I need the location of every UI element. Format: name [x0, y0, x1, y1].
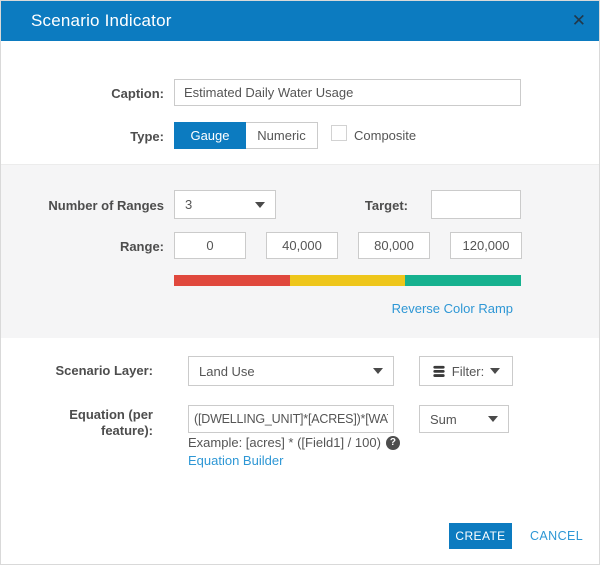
range-label: Range:: [1, 239, 164, 255]
dialog-header: Scenario Indicator ✕: [1, 1, 600, 41]
cancel-link[interactable]: CANCEL: [530, 529, 583, 543]
composite-label: Composite: [354, 128, 416, 143]
number-of-ranges-value: 3: [185, 197, 192, 212]
aggregation-select[interactable]: Sum: [419, 405, 509, 433]
help-icon[interactable]: ?: [386, 436, 400, 450]
layers-icon: [432, 365, 446, 378]
close-icon[interactable]: ✕: [572, 1, 586, 41]
equation-label: Equation (per feature):: [21, 407, 153, 439]
chevron-down-icon: [490, 368, 500, 374]
equation-builder-link[interactable]: Equation Builder: [188, 453, 283, 468]
equation-label-line1: Equation (per: [21, 407, 153, 423]
equation-example-text: Example: [acres] * ([Field1] / 100): [188, 435, 381, 450]
number-of-ranges-label: Number of Ranges: [1, 198, 164, 214]
equation-label-line2: feature):: [21, 423, 153, 439]
chevron-down-icon: [373, 368, 383, 374]
chevron-down-icon: [255, 202, 265, 208]
color-ramp-segment-red: [174, 275, 290, 286]
scenario-indicator-dialog: Scenario Indicator ✕ Caption: Type: Gaug…: [0, 0, 600, 565]
range-input-4[interactable]: [450, 232, 522, 259]
target-input[interactable]: [431, 190, 521, 219]
scenario-layer-select[interactable]: Land Use: [188, 356, 394, 386]
range-input-1[interactable]: [174, 232, 246, 259]
type-option-gauge[interactable]: Gauge: [174, 122, 246, 149]
create-button[interactable]: CREATE: [449, 523, 512, 549]
type-option-numeric[interactable]: Numeric: [246, 122, 318, 149]
range-input-3[interactable]: [358, 232, 430, 259]
equation-input[interactable]: [188, 405, 394, 433]
color-ramp-segment-yellow: [290, 275, 406, 286]
target-label: Target:: [281, 198, 408, 214]
aggregation-value: Sum: [430, 412, 457, 427]
scenario-layer-value: Land Use: [199, 364, 255, 379]
filter-button[interactable]: Filter:: [419, 356, 513, 386]
range-input-2[interactable]: [266, 232, 338, 259]
composite-checkbox[interactable]: [331, 125, 347, 141]
type-segmented-control: Gauge Numeric: [174, 122, 318, 149]
filter-label: Filter:: [452, 364, 485, 379]
reverse-color-ramp-link[interactable]: Reverse Color Ramp: [392, 301, 513, 316]
caption-input[interactable]: [174, 79, 521, 106]
color-ramp-segment-green: [405, 275, 521, 286]
scenario-layer-label: Scenario Layer:: [21, 363, 153, 379]
caption-label: Caption:: [41, 86, 164, 102]
number-of-ranges-select[interactable]: 3: [174, 190, 276, 219]
color-ramp: [174, 275, 521, 286]
type-label: Type:: [41, 129, 164, 145]
equation-example: Example: [acres] * ([Field1] / 100) ?: [188, 435, 400, 450]
ranges-section: Number of Ranges 3 Target: Range: Revers…: [1, 164, 600, 338]
dialog-title: Scenario Indicator: [31, 1, 172, 41]
chevron-down-icon: [488, 416, 498, 422]
